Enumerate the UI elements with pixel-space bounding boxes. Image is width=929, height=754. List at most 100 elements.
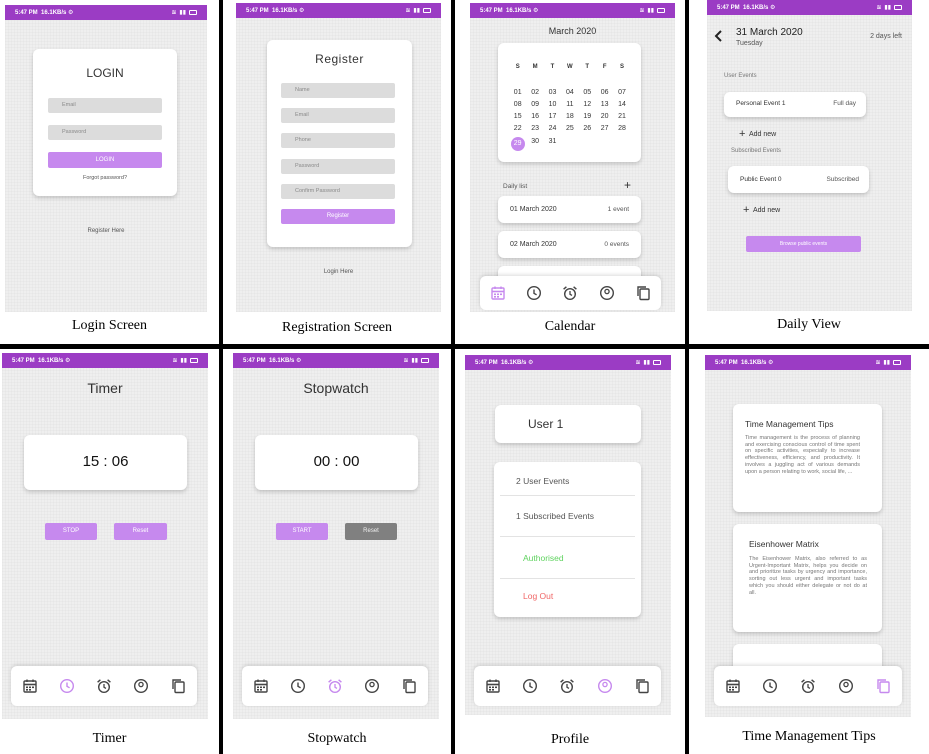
calendar-day[interactable]: 23 (526, 125, 543, 137)
calendar-day[interactable]: 29 (509, 136, 526, 151)
forgot-password-link[interactable]: Forgot password? (33, 175, 177, 181)
calendar-day[interactable]: 13 (596, 101, 613, 113)
status-bar: 5:47 PM 16.1KB/s ⚙ ≋ ▮▮ (236, 3, 441, 18)
calendar-day[interactable]: 11 (561, 101, 578, 113)
nav-copy-icon[interactable] (634, 284, 652, 302)
calendar-day[interactable]: 31 (544, 138, 561, 150)
calendar-day[interactable]: 15 (509, 113, 526, 125)
days-left: 2 days left (870, 33, 902, 40)
nav-copy-icon[interactable] (400, 677, 418, 695)
status-bar: 5:47 PM 16.1KB/s ⚙ ≋ ▮▮ (233, 353, 439, 368)
calendar-day[interactable]: 26 (579, 125, 596, 137)
tip-card[interactable]: Time Management Tips Time management is … (733, 404, 882, 512)
status-icons: ≋ ▮▮ (639, 7, 665, 14)
tip-card[interactable]: Eisenhower Matrix The Eisenhower Matrix,… (733, 524, 882, 632)
nav-clock-icon[interactable] (521, 677, 539, 695)
logout-button[interactable]: Log Out (523, 591, 641, 601)
calendar-day[interactable]: 12 (579, 101, 596, 113)
wifi-icon: ≋ (876, 5, 882, 11)
timer-display: 15 : 06 (82, 453, 129, 470)
add-user-event-button[interactable]: + Add new (739, 128, 776, 140)
calendar-day[interactable]: 25 (561, 125, 578, 137)
add-entry-button[interactable]: + (624, 178, 631, 192)
calendar-day[interactable]: 08 (509, 101, 526, 113)
nav-clock-icon[interactable] (761, 677, 779, 695)
login-button[interactable]: LOGIN (48, 152, 162, 168)
calendar-day[interactable]: 22 (509, 125, 526, 137)
reset-button[interactable]: Reset (114, 523, 167, 540)
nav-alarm-icon[interactable] (558, 677, 576, 695)
calendar-day[interactable]: 16 (526, 113, 543, 125)
user-events-count[interactable]: 2 User Events (516, 476, 641, 486)
nav-calendar-icon[interactable] (489, 284, 507, 302)
browse-public-events-button[interactable]: Browse public events (746, 236, 861, 252)
daily-entry[interactable]: 02 March 2020 0 events (498, 231, 641, 258)
nav-calendar-icon[interactable] (484, 677, 502, 695)
email-input[interactable]: Email (281, 108, 395, 123)
nav-clock-icon[interactable] (289, 677, 307, 695)
nav-account-icon[interactable] (596, 677, 614, 695)
nav-calendar-icon[interactable] (252, 677, 270, 695)
calendar-day[interactable]: 21 (613, 113, 630, 125)
nav-alarm-icon[interactable] (561, 284, 579, 302)
nav-clock-icon[interactable] (525, 284, 543, 302)
personal-event-card[interactable]: Personal Event 1 Full day (724, 92, 866, 117)
calendar-day[interactable]: 09 (526, 101, 543, 113)
calendar-day[interactable]: 27 (596, 125, 613, 137)
nav-alarm-icon[interactable] (95, 677, 113, 695)
start-button[interactable]: START (276, 523, 328, 540)
nav-copy-icon[interactable] (874, 677, 892, 695)
nav-clock-icon[interactable] (58, 677, 76, 695)
reset-button-disabled[interactable]: Reset (345, 523, 397, 540)
calendar-day[interactable]: 05 (579, 89, 596, 101)
calendar-day[interactable]: 07 (613, 89, 630, 101)
login-here-link[interactable]: Login Here (236, 269, 441, 275)
calendar-card: S M T W T F S 01 02 03 04 05 06 07 08 09 10 11 12 13 14 15 16 1… (498, 43, 641, 162)
nav-calendar-icon[interactable] (21, 677, 39, 695)
nav-account-icon[interactable] (132, 677, 150, 695)
phone-input[interactable]: Phone (281, 133, 395, 148)
calendar-day[interactable]: 18 (561, 113, 578, 125)
email-input[interactable]: Email (48, 98, 162, 113)
status-icons: ≋ ▮▮ (403, 357, 429, 364)
password-input[interactable]: Password (281, 159, 395, 174)
nav-account-icon[interactable] (598, 284, 616, 302)
calendar-day[interactable]: 19 (579, 113, 596, 125)
calendar-day[interactable]: 06 (596, 89, 613, 101)
nav-account-icon[interactable] (837, 677, 855, 695)
nav-account-icon[interactable] (363, 677, 381, 695)
add-subscribed-event-button[interactable]: + Add new (743, 204, 780, 216)
calendar-day[interactable]: 02 (526, 89, 543, 101)
calendar-day[interactable]: 28 (613, 125, 630, 137)
nav-copy-icon[interactable] (633, 677, 651, 695)
calendar-day[interactable]: 20 (596, 113, 613, 125)
register-button[interactable]: Register (281, 209, 395, 224)
calendar-day[interactable]: 24 (544, 125, 561, 137)
daily-entry[interactable]: 01 March 2020 1 event (498, 196, 641, 223)
register-here-link[interactable]: Register Here (5, 228, 207, 234)
confirm-password-input[interactable]: Confirm Password (281, 184, 395, 199)
entry-date: 02 March 2020 (510, 241, 557, 248)
calendar-day[interactable]: 04 (561, 89, 578, 101)
calendar-day[interactable]: 01 (509, 89, 526, 101)
signal-icon: ▮▮ (179, 10, 186, 16)
calendar-day[interactable]: 17 (544, 113, 561, 125)
nav-alarm-icon[interactable] (326, 677, 344, 695)
register-panel: 5:47 PM 16.1KB/s ⚙ ≋ ▮▮ Register Name Em… (223, 0, 451, 344)
nav-alarm-icon[interactable] (799, 677, 817, 695)
calendar-day[interactable]: 30 (526, 138, 543, 150)
subscribed-events-label: Subscribed Events (731, 148, 782, 154)
calendar-day[interactable]: 10 (544, 101, 561, 113)
calendar-day[interactable]: 03 (544, 89, 561, 101)
back-arrow-icon[interactable] (714, 29, 724, 47)
subscribed-events-count[interactable]: 1 Subscribed Events (516, 511, 641, 521)
calendar-day[interactable]: 14 (613, 101, 630, 113)
login-phone: 5:47 PM 16.1KB/s ⚙ ≋ ▮▮ LOGIN Email Pass… (5, 5, 207, 312)
nav-copy-icon[interactable] (169, 677, 187, 695)
name-input[interactable]: Name (281, 83, 395, 98)
stop-button[interactable]: STOP (45, 523, 97, 540)
nav-calendar-icon[interactable] (724, 677, 742, 695)
public-event-card[interactable]: Public Event 0 Subscribed (728, 166, 869, 193)
signal-icon: ▮▮ (411, 358, 418, 364)
password-input[interactable]: Password (48, 125, 162, 140)
